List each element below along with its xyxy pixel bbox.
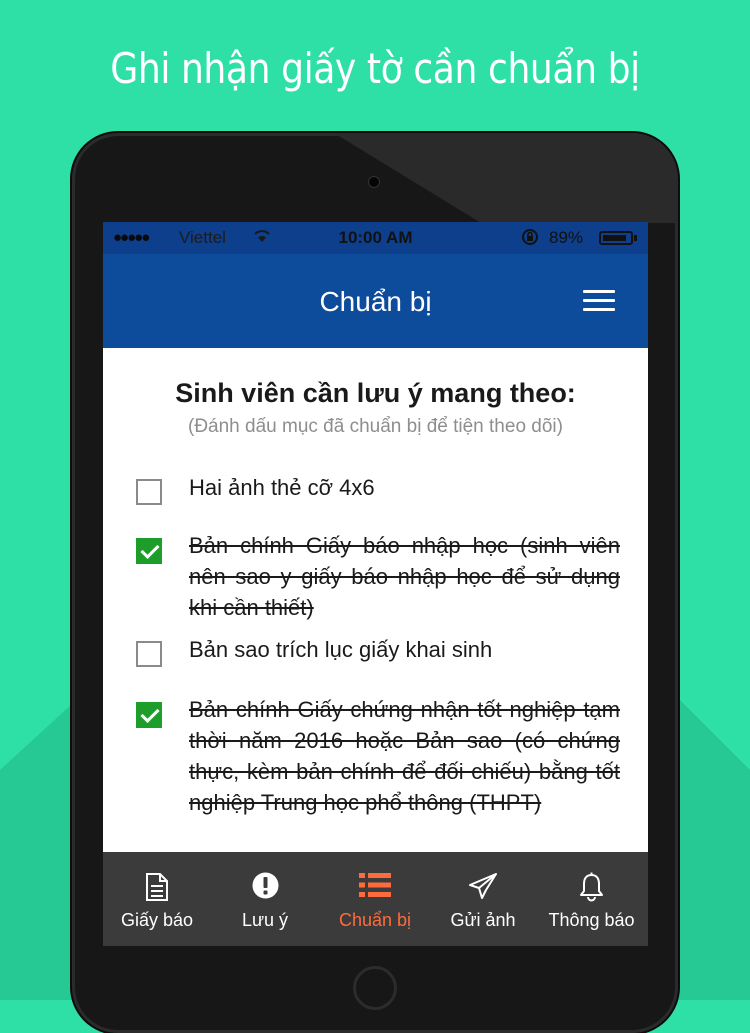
tab-luu-y[interactable]: Lưu ý — [211, 852, 319, 946]
tab-label: Giấy báo — [120, 910, 194, 930]
tab-gui-anh[interactable]: Gửi ảnh — [431, 852, 535, 946]
app-screen: ●●●●● Viettel 10:00 AM 89% Chuẩn bị Sinh… — [103, 222, 648, 946]
rotation-lock-icon — [521, 228, 539, 251]
tab-label: Lưu ý — [241, 910, 289, 930]
paper-plane-icon — [469, 873, 497, 899]
home-button[interactable] — [353, 966, 397, 1010]
tab-giay-bao[interactable]: Giấy báo — [103, 852, 211, 946]
hamburger-icon — [583, 290, 615, 293]
page-title: Chuẩn bị — [319, 286, 432, 317]
battery-percent: 89% — [549, 228, 584, 247]
check-icon — [140, 703, 160, 724]
bell-icon — [580, 872, 603, 902]
tab-label: Gửi ảnh — [450, 910, 516, 930]
document-icon — [146, 873, 168, 901]
nav-bar: Chuẩn bị — [103, 254, 648, 348]
exclamation-icon — [252, 872, 279, 899]
hamburger-icon-line — [583, 308, 615, 311]
checklist-heading: Sinh viên cần lưu ý mang theo: — [175, 378, 576, 408]
checkbox[interactable] — [136, 641, 162, 667]
item-label: Bản chính Giấy chứng nhận tốt nghiệp tạm… — [189, 697, 620, 815]
item-label: Hai ảnh thẻ cỡ 4x6 — [189, 475, 375, 500]
checkbox-checked[interactable] — [136, 702, 162, 728]
checkbox[interactable] — [136, 479, 162, 505]
tab-label: Thông báo — [548, 910, 635, 930]
tab-bar: Giấy báo Lưu ý Chuẩn bị Gửi ảnh Thông bá… — [103, 852, 648, 946]
tab-chuan-bi[interactable]: Chuẩn bị — [319, 852, 431, 946]
hamburger-icon-line — [583, 299, 615, 302]
battery-icon — [599, 231, 633, 245]
menu-button[interactable] — [583, 290, 617, 314]
item-label: Bản chính Giấy báo nhập học (sinh viên n… — [189, 533, 620, 620]
list-icon — [359, 873, 391, 897]
checklist-subheading: (Đánh dấu mục đã chuẩn bị để tiện theo d… — [188, 416, 563, 437]
battery-fill — [603, 235, 626, 241]
checkbox-checked[interactable] — [136, 538, 162, 564]
check-icon — [140, 539, 160, 560]
headline: Ghi nhận giấy tờ cần chuẩn bị — [110, 44, 640, 93]
battery-tip — [634, 235, 637, 241]
checklist-content: Sinh viên cần lưu ý mang theo: (Đánh dấu… — [103, 348, 648, 852]
tab-label: Chuẩn bị — [338, 910, 412, 930]
status-bar: ●●●●● Viettel 10:00 AM 89% — [103, 222, 648, 254]
item-label: Bản sao trích lục giấy khai sinh — [189, 637, 493, 662]
tab-thong-bao[interactable]: Thông báo — [535, 852, 648, 946]
camera-icon — [369, 177, 379, 187]
device-glare — [334, 133, 678, 223]
